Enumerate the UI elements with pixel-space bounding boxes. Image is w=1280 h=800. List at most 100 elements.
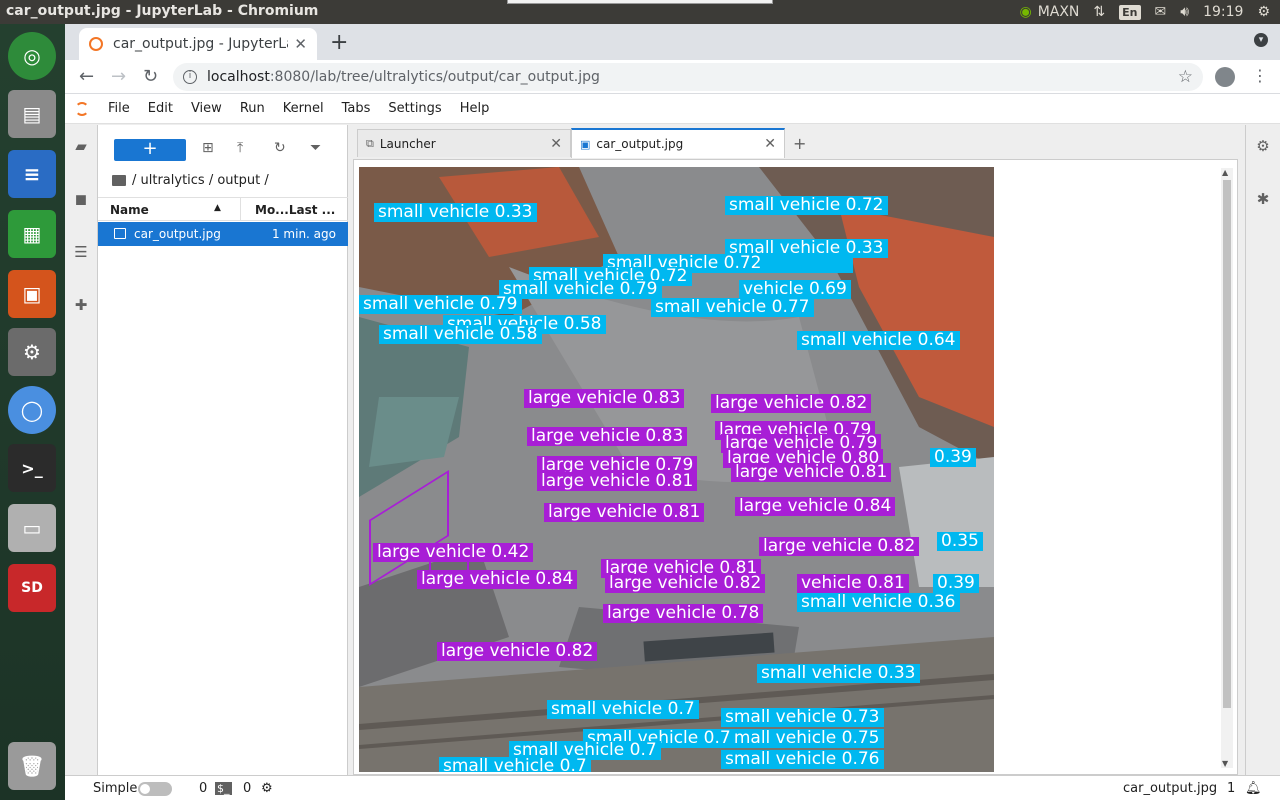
new-launcher-button[interactable]: + bbox=[114, 139, 186, 161]
small-vehicle-label: small vehicle 0.64 bbox=[797, 331, 960, 350]
debugger-icon[interactable]: ✱ bbox=[1254, 190, 1272, 208]
file-row[interactable]: car_output.jpg 1 min. ago bbox=[98, 222, 348, 246]
browser-menu-icon[interactable]: ⋮ bbox=[1252, 66, 1268, 85]
extension-icon[interactable]: ✚ bbox=[72, 296, 90, 314]
breadcrumb-path[interactable]: / ultralytics / output / bbox=[132, 173, 269, 188]
browser-tab-title: car_output.jpg - JupyterLab bbox=[113, 36, 289, 52]
toc-icon[interactable]: ☰ bbox=[72, 243, 90, 261]
sd-card-icon[interactable]: SD bbox=[8, 564, 56, 612]
drive-icon[interactable]: ▭ bbox=[8, 504, 56, 552]
nvidia-indicator[interactable]: ◉ MAXN bbox=[1019, 4, 1079, 20]
terminal-icon: $_ bbox=[215, 782, 232, 795]
network-icon[interactable]: ⇅ bbox=[1093, 4, 1105, 20]
file-cabinet-icon[interactable]: ▤ bbox=[8, 90, 56, 138]
name-column-header[interactable]: Name bbox=[110, 203, 149, 217]
mail-icon[interactable]: ✉ bbox=[1155, 4, 1167, 20]
file-list-header: Name ▲ Mo...Last ... bbox=[98, 197, 348, 221]
ubuntu-dash-icon[interactable]: ◎ bbox=[8, 32, 56, 80]
system-settings-icon[interactable]: ⚙ bbox=[8, 328, 56, 376]
back-icon[interactable]: ← bbox=[79, 66, 94, 87]
bookmark-star-icon[interactable]: ☆ bbox=[1178, 67, 1193, 87]
add-tab-button[interactable]: + bbox=[793, 134, 806, 153]
status-filename: car_output.jpg bbox=[1123, 781, 1218, 796]
menu-kernel[interactable]: Kernel bbox=[274, 101, 333, 116]
kernel-status-icon[interactable]: ⚙ bbox=[261, 781, 273, 796]
terminal-icon[interactable]: >_ bbox=[8, 444, 56, 492]
reload-icon[interactable]: ↻ bbox=[143, 66, 158, 87]
power-gear-icon[interactable]: ⚙ bbox=[1257, 4, 1270, 20]
file-name: car_output.jpg bbox=[134, 227, 221, 241]
menu-help[interactable]: Help bbox=[451, 101, 499, 116]
tab-strip: car_output.jpg - JupyterLab ✕ + ▾ bbox=[65, 24, 1280, 60]
modified-column-header[interactable]: Mo...Last ... bbox=[240, 198, 348, 220]
main-dock-area: ⧉ Launcher ✕ ▣ car_output.jpg ✕ + small … bbox=[353, 125, 1242, 775]
close-car-output-icon[interactable]: ✕ bbox=[764, 136, 776, 152]
viewer-scrollbar[interactable]: ▲ ▼ bbox=[1221, 168, 1233, 768]
large-vehicle-label: large vehicle 0.82 bbox=[437, 642, 598, 661]
trash-icon[interactable]: 🗑︎ bbox=[8, 742, 56, 790]
gpu-mode: MAXN bbox=[1037, 4, 1080, 20]
small-vehicle-label: small vehicle 0.36 bbox=[797, 593, 960, 612]
large-vehicle-label: large vehicle 0.84 bbox=[735, 497, 896, 516]
menu-file[interactable]: File bbox=[99, 101, 139, 116]
new-folder-icon[interactable]: ⊞ bbox=[202, 140, 214, 156]
forward-icon[interactable]: → bbox=[111, 66, 126, 87]
chromium-icon[interactable]: ◯ bbox=[8, 386, 56, 434]
refresh-icon[interactable]: ↻ bbox=[274, 140, 286, 156]
volume-icon[interactable]: 🔊︎ bbox=[1180, 4, 1189, 20]
large-vehicle-label: large vehicle 0.83 bbox=[527, 427, 688, 446]
terminal-count[interactable]: 0 bbox=[243, 781, 251, 796]
filter-icon[interactable]: ⏷ bbox=[310, 140, 321, 156]
address-bar[interactable]: i localhost:8080/lab/tree/ultralytics/ou… bbox=[173, 63, 1203, 91]
running-icon[interactable]: ◼ bbox=[72, 190, 90, 208]
notification-bell-icon[interactable]: 🔔︎ bbox=[1245, 781, 1262, 796]
large-vehicle-label: vehicle 0.81 bbox=[797, 574, 909, 593]
folder-icon[interactable]: ▰ bbox=[72, 137, 90, 155]
small-vehicle-label: 0.39 bbox=[930, 448, 976, 467]
keyboard-layout[interactable]: En bbox=[1119, 4, 1141, 20]
menu-settings[interactable]: Settings bbox=[379, 101, 450, 116]
menu-edit[interactable]: Edit bbox=[139, 101, 182, 116]
tab-search-icon[interactable]: ▾ bbox=[1254, 33, 1268, 47]
small-vehicle-label: 0.39 bbox=[933, 574, 979, 593]
large-vehicle-label: large vehicle 0.82 bbox=[711, 394, 872, 413]
impress-icon[interactable]: ▣ bbox=[8, 270, 56, 318]
browser-tab[interactable]: car_output.jpg - JupyterLab ✕ bbox=[79, 28, 317, 60]
site-info-icon[interactable]: i bbox=[183, 70, 197, 84]
url-path: :8080/lab/tree/ultralytics/output/car_ou… bbox=[269, 69, 600, 85]
small-vehicle-label: small vehicle 0.7 bbox=[439, 757, 591, 772]
image-file-icon bbox=[114, 228, 126, 239]
simple-mode-toggle[interactable] bbox=[138, 782, 172, 796]
menu-tabs[interactable]: Tabs bbox=[333, 101, 380, 116]
right-sidebar: ⚙ ✱ bbox=[1245, 125, 1280, 775]
kernel-count[interactable]: 0 bbox=[199, 781, 207, 796]
close-tab-icon[interactable]: ✕ bbox=[294, 35, 307, 53]
scroll-up-icon[interactable]: ▲ bbox=[1222, 168, 1228, 177]
os-top-bar: car_output.jpg - JupyterLab - Chromium ◉… bbox=[0, 0, 1280, 24]
file-modified: 1 min. ago bbox=[271, 227, 336, 241]
menu-view[interactable]: View bbox=[182, 101, 231, 116]
breadcrumb[interactable]: / ultralytics / output / bbox=[112, 173, 269, 188]
upload-icon[interactable]: ⤒ bbox=[237, 140, 243, 156]
new-tab-button[interactable]: + bbox=[330, 30, 348, 55]
small-vehicle-label: small vehicle 0.7 bbox=[547, 700, 699, 719]
scroll-down-icon[interactable]: ▼ bbox=[1222, 759, 1228, 768]
clock[interactable]: 19:19 bbox=[1203, 4, 1243, 20]
writer-icon[interactable]: ≡ bbox=[8, 150, 56, 198]
small-vehicle-label: small vehicle 0.72 bbox=[725, 196, 888, 215]
small-vehicle-label: 0.35 bbox=[937, 532, 983, 551]
scroll-thumb[interactable] bbox=[1223, 180, 1231, 708]
tab-car-output[interactable]: ▣ car_output.jpg ✕ bbox=[571, 128, 785, 158]
calc-icon[interactable]: ▦ bbox=[8, 210, 56, 258]
close-launcher-icon[interactable]: ✕ bbox=[550, 136, 562, 152]
dropdown-indicator bbox=[507, 0, 773, 4]
breadcrumb-folder-icon bbox=[112, 175, 126, 186]
property-inspector-icon[interactable]: ⚙ bbox=[1254, 137, 1272, 155]
profile-avatar[interactable] bbox=[1215, 67, 1235, 87]
menu-run[interactable]: Run bbox=[231, 101, 274, 116]
large-vehicle-label: large vehicle 0.81 bbox=[731, 463, 892, 482]
window-title: car_output.jpg - JupyterLab - Chromium bbox=[6, 3, 319, 19]
document-tab-bar: ⧉ Launcher ✕ ▣ car_output.jpg ✕ + bbox=[353, 125, 1242, 158]
tab-launcher-label: Launcher bbox=[379, 136, 436, 151]
tab-launcher[interactable]: ⧉ Launcher ✕ bbox=[357, 129, 571, 157]
